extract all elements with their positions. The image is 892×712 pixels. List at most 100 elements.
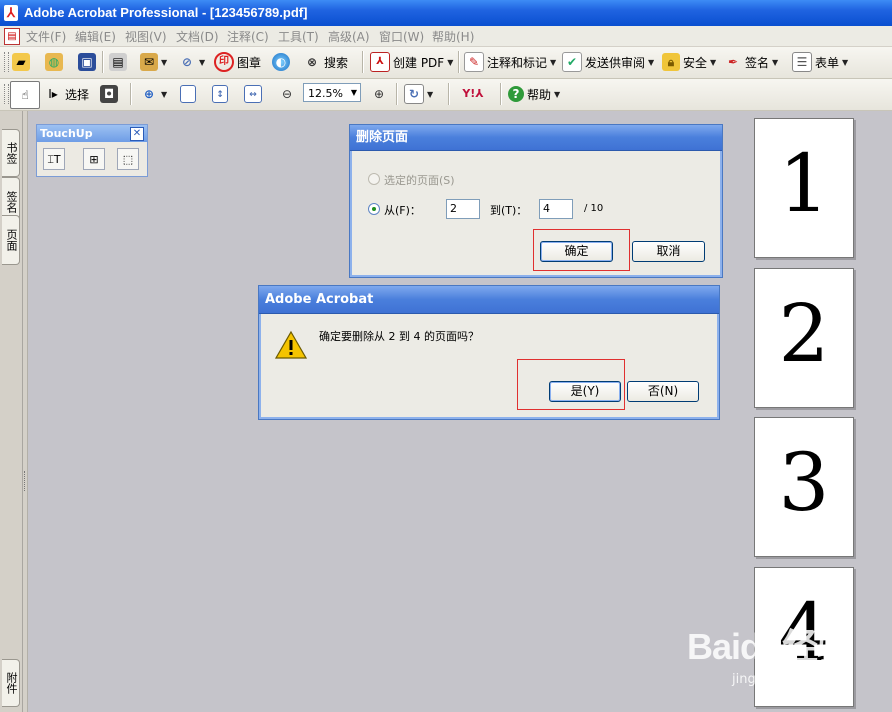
stamp-label: 图章 (237, 55, 262, 70)
selected-pages-label: 选定的页面(S) (384, 174, 455, 187)
menu-edit[interactable]: 编辑(E) (75, 28, 116, 45)
help-button[interactable]: ? 帮助 ▼ (508, 83, 560, 105)
document-menu-icon[interactable]: ▤ (4, 28, 20, 45)
camera-icon: ◘ (100, 85, 118, 103)
confirm-dialog-title[interactable]: Adobe Acrobat (259, 286, 719, 314)
tab-attachments[interactable]: 附件 (2, 659, 20, 707)
cancel-button[interactable]: 取消 (632, 241, 705, 262)
email-icon: ✉ (140, 53, 158, 71)
attach-button[interactable]: ⊘ ▼ (178, 51, 205, 73)
fit-page-icon: ↕ (212, 85, 228, 103)
menu-advanced[interactable]: 高级(A) (328, 28, 370, 45)
zoom-input[interactable]: 12.5% ▼ (303, 83, 361, 102)
create-pdf-label: 创建 PDF (393, 55, 445, 70)
open-button[interactable]: ▰ (12, 51, 30, 73)
menu-help[interactable]: 帮助(H) (432, 28, 474, 45)
forms-button[interactable]: ☰ 表单 ▼ (792, 51, 848, 73)
snapshot-button[interactable]: ◘ (100, 83, 118, 105)
toolbar-grip[interactable] (4, 84, 9, 104)
yes-button[interactable]: 是(Y) (549, 381, 621, 402)
lock-icon: 🔒︎ (662, 53, 680, 71)
save-button[interactable]: ▣ (78, 51, 96, 73)
touchup-object-tool[interactable]: ⊞ (83, 148, 105, 170)
reading-order-icon: ⬚ (122, 153, 134, 166)
delete-dialog-title[interactable]: 删除页面 (350, 125, 722, 151)
select-tool-button[interactable]: I▸ 选择 (44, 83, 89, 105)
toolbar-grip[interactable] (4, 52, 9, 72)
radio-selected-pages[interactable] (368, 173, 380, 185)
help-label: 帮助 (527, 87, 552, 102)
touchup-reading-order-tool[interactable]: ⬚ (117, 148, 139, 170)
delete-pages-dialog: 删除页面 选定的页面(S) 从(F)： 2 到(T)： 4 / 10 确定 取消 (349, 124, 723, 278)
ok-button[interactable]: 确定 (540, 241, 613, 262)
pen-icon: ✒ (727, 55, 739, 69)
comment-label: 注释和标记 (487, 55, 548, 70)
zoom-in-button[interactable]: ⊕ (370, 83, 388, 105)
page-thumbnail[interactable]: 1 (754, 118, 854, 258)
menu-document[interactable]: 文档(D) (176, 28, 219, 45)
comment-markup-button[interactable]: ✎ 注释和标记 ▼ (464, 51, 556, 73)
email-button[interactable]: ✉ ▼ (140, 51, 167, 73)
open-folder-icon: ▰ (12, 53, 30, 71)
actual-size-button[interactable] (180, 83, 196, 105)
to-label: 到(T)： (490, 204, 528, 217)
no-button[interactable]: 否(N) (627, 381, 699, 402)
send-review-button[interactable]: ✔ 发送供审阅 ▼ (562, 51, 654, 73)
radio-page-range[interactable] (368, 203, 380, 215)
main-toolbar: ▰ ◍ ▣ ▤ ✉ ▼ ⊘ ▼ 印图章 ◐ ⊗ 搜索 ⅄ 创建 PDF ▼ ✎ 注释和标记 ▼… (0, 47, 892, 79)
review-icon: ✔ (562, 52, 582, 72)
rotate-view-button[interactable]: ↻ ▼ (404, 83, 433, 105)
touchup-panel: TouchUp ✕ ⌶T ⊞ ⬚ (36, 124, 148, 177)
navigation-toolbar: ☝ I▸ 选择 ◘ ⊕ ▼ ↕ ↔ ⊖ 12.5% ▼ ⊕ ↻ ▼ Y!⅄ ? 帮助 ▼ (0, 79, 892, 111)
menu-tools[interactable]: 工具(T) (278, 28, 319, 45)
binoculars-icon: ⊗ (306, 55, 318, 69)
confirm-message: 确定要删除从 2 到 4 的页面吗？ (319, 330, 479, 343)
menu-view[interactable]: 视图(V) (125, 28, 167, 45)
hand-tool-button[interactable]: ☝ (10, 81, 40, 109)
from-page-input[interactable]: 2 (446, 199, 480, 219)
tab-bookmarks[interactable]: 书签 (2, 129, 20, 177)
watermark-url: jingyan.baidu.com (732, 672, 852, 687)
window-title: Adobe Acrobat Professional - [123456789.… (24, 5, 308, 20)
zoom-tool-button[interactable]: ⊕ ▼ (140, 83, 167, 105)
sign-button[interactable]: ✒ 签名 ▼ (724, 51, 778, 73)
object-tool-icon: ⊞ (89, 153, 99, 166)
page-thumbnail[interactable]: 3 (754, 417, 854, 557)
menu-comments[interactable]: 注释(C) (227, 28, 269, 45)
page-thumbnail[interactable]: 2 (754, 268, 854, 408)
create-pdf-button[interactable]: ⅄ 创建 PDF ▼ (370, 51, 453, 73)
create-pdf-icon: ⅄ (370, 52, 390, 72)
hand-icon: ☝ (21, 88, 29, 102)
acrobat-logo-icon: ⅄ (4, 5, 18, 21)
save-icon: ▣ (78, 53, 96, 71)
minus-circle-icon: ⊖ (281, 87, 293, 101)
print-button[interactable]: ▤ (109, 51, 127, 73)
pane-splitter[interactable] (23, 111, 28, 712)
watermark-logo: Baidu经验 (686, 626, 853, 667)
forms-label: 表单 (815, 55, 840, 70)
security-button[interactable]: 🔒︎ 安全 ▼ (662, 51, 716, 73)
print-icon: ▤ (109, 53, 127, 71)
zoom-dropdown-icon[interactable]: ▼ (348, 84, 360, 101)
menu-file[interactable]: 文件(F) (26, 28, 66, 45)
text-cursor-icon: I▸ (48, 87, 58, 101)
paperclip-icon: ⊘ (181, 55, 193, 69)
organizer-button[interactable]: ◍ (45, 51, 63, 73)
warning-icon (275, 330, 307, 359)
menu-window[interactable]: 窗口(W) (379, 28, 424, 45)
stamp-button[interactable]: 印图章 (214, 51, 261, 73)
select-label: 选择 (65, 87, 90, 102)
touchup-text-tool[interactable]: ⌶T (43, 148, 65, 170)
fit-width-button[interactable]: ↔ (244, 83, 262, 105)
fit-page-button[interactable]: ↕ (212, 83, 228, 105)
web-button[interactable]: ◐ (272, 51, 290, 73)
tab-pages[interactable]: 页面 (2, 215, 20, 265)
close-icon[interactable]: ✕ (130, 127, 144, 141)
from-label: 从(F)： (384, 204, 421, 217)
baidu-watermark: Baidu经验 jingyan.baidu.com (662, 610, 853, 700)
search-button[interactable]: ⊗ 搜索 (303, 51, 348, 73)
to-page-input[interactable]: 4 (539, 199, 573, 219)
search-label: 搜索 (324, 55, 349, 70)
yahoo-toolbar-button[interactable]: Y!⅄ (456, 83, 490, 105)
zoom-out-button[interactable]: ⊖ (278, 83, 296, 105)
